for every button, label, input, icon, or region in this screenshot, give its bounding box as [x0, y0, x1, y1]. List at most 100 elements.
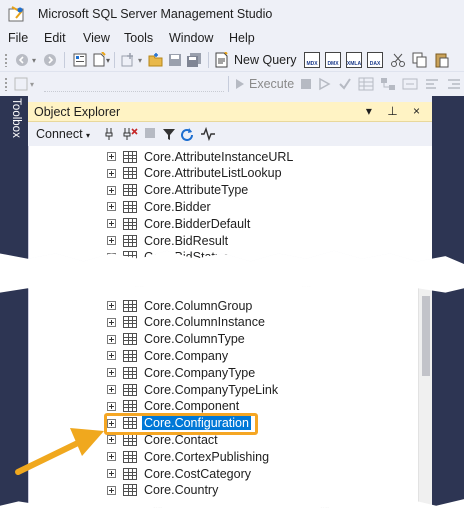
new-item-icon[interactable]: [92, 52, 106, 68]
back-dropdown-icon[interactable]: ▾: [32, 52, 36, 68]
expand-plus-icon[interactable]: [107, 317, 116, 327]
tree-item[interactable]: Core.BidderDefault: [107, 215, 252, 232]
object-explorer-header: Object Explorer ▾ ⊥ ×: [28, 102, 432, 122]
add-item-dropdown-icon[interactable]: ▾: [138, 52, 142, 68]
expand-plus-icon[interactable]: [107, 301, 116, 310]
expand-plus-icon[interactable]: [107, 452, 116, 462]
database-dropdown-icon[interactable]: ▾: [30, 76, 34, 92]
plan-icon[interactable]: [380, 76, 396, 92]
menu-window[interactable]: Window: [169, 31, 213, 45]
tree-item-label: Core.BidResult: [144, 233, 229, 248]
intellisense-icon[interactable]: [402, 76, 418, 92]
tree-item-label: Core.CostCategory: [144, 466, 251, 481]
new-item-dropdown-icon[interactable]: ▾: [106, 52, 110, 68]
expand-plus-icon[interactable]: [107, 168, 116, 178]
tree-item[interactable]: Core.BidResult: [107, 232, 230, 249]
expand-plus-icon[interactable]: [107, 351, 116, 361]
toolbox-tab[interactable]: Toolbox: [6, 98, 22, 140]
filter-icon[interactable]: [162, 127, 176, 144]
stop-icon[interactable]: [300, 76, 312, 92]
menu-file[interactable]: File: [8, 31, 28, 45]
window-position-icon[interactable]: ▾ ⊥ ×: [366, 104, 426, 118]
connect-button[interactable]: Connect ▾: [36, 127, 90, 141]
ssms-app-icon: [8, 6, 24, 22]
dax-query-button[interactable]: DAX: [367, 52, 383, 68]
solution-explorer-icon[interactable]: [72, 52, 90, 68]
tree-item[interactable]: Core.CortexPublishing: [107, 448, 271, 465]
add-item-icon[interactable]: [120, 52, 136, 68]
expand-plus-icon[interactable]: [107, 485, 116, 495]
copy-icon[interactable]: [412, 52, 428, 68]
save-icon[interactable]: [168, 52, 182, 68]
expand-plus-icon[interactable]: [107, 236, 116, 245]
filter-stop-icon[interactable]: [144, 127, 156, 142]
tree-item[interactable]: Core.BidStatus: [107, 249, 230, 264]
available-databases-icon[interactable]: [14, 76, 28, 92]
disconnect-icon[interactable]: [122, 127, 138, 144]
expand-plus-icon[interactable]: [107, 152, 116, 161]
mdx-query-button[interactable]: MDX: [304, 52, 320, 68]
table-icon: [123, 484, 137, 497]
menu-edit[interactable]: Edit: [44, 31, 66, 45]
tree-item-label: Core.ColumnGroup: [144, 298, 253, 313]
database-selector[interactable]: [44, 76, 224, 92]
tree-item[interactable]: Core.AttributeInstanceURL: [107, 148, 295, 165]
new-query-label: New Query: [234, 53, 297, 67]
open-folder-icon[interactable]: [148, 52, 164, 68]
tree-item[interactable]: Core.ColumnInstance: [107, 314, 267, 331]
debug-icon[interactable]: [318, 76, 332, 92]
tree-item-label: Core.CompanyTypeLink: [144, 382, 279, 397]
expand-plus-icon[interactable]: [107, 252, 116, 262]
dax-query-icon: DAX: [367, 52, 383, 68]
tree-item[interactable]: Core.ColumnGroup: [107, 297, 254, 314]
expand-plus-icon[interactable]: [107, 385, 116, 394]
expand-plus-icon[interactable]: [107, 368, 116, 378]
vertical-scrollbar[interactable]: [418, 286, 432, 508]
tree-item[interactable]: Core.Country: [107, 482, 220, 499]
menu-help[interactable]: Help: [229, 31, 255, 45]
expand-plus-icon[interactable]: [107, 401, 116, 411]
table-icon: [123, 217, 137, 230]
standard-toolbar: ▾ ▾ ▾ New Query MDX DMX XMLA DAX: [0, 48, 464, 72]
toolbar-grip[interactable]: [4, 53, 8, 67]
expand-plus-icon[interactable]: [107, 202, 116, 212]
object-explorer-tree-bottom: Core.ColumnGroup Core.ColumnInstance Core.…: [28, 286, 432, 508]
tree-item[interactable]: Core.AttributeType: [107, 182, 250, 199]
tree-item[interactable]: Core.CostCategory: [107, 465, 253, 482]
dmx-query-button[interactable]: DMX: [325, 52, 341, 68]
tree-item[interactable]: Core.Company: [107, 347, 230, 364]
execute-button[interactable]: Execute: [234, 76, 294, 92]
tree-item[interactable]: Core.AttributeListLookup: [107, 165, 284, 182]
expand-plus-icon[interactable]: [107, 334, 116, 344]
tree-item[interactable]: Core.CompanyType: [107, 364, 257, 381]
expand-plus-icon[interactable]: [107, 185, 116, 195]
new-query-button[interactable]: New Query: [214, 52, 297, 68]
indent-icon[interactable]: [446, 76, 462, 92]
expand-plus-icon[interactable]: [107, 435, 116, 445]
toolbar-grip[interactable]: [4, 77, 8, 91]
forward-icon[interactable]: [42, 52, 58, 68]
tree-item[interactable]: Core.Bidder: [107, 198, 213, 215]
menu-tools[interactable]: Tools: [124, 31, 153, 45]
tree-item-label: Core.Country: [144, 483, 219, 498]
paste-icon[interactable]: [434, 52, 450, 68]
scrollbar-thumb[interactable]: [422, 296, 430, 376]
back-icon[interactable]: [14, 52, 30, 68]
expand-plus-icon[interactable]: [107, 469, 116, 478]
results-icon[interactable]: [358, 76, 374, 92]
tree-item-label: Core.AttributeType: [144, 183, 249, 198]
connect-label: Connect: [36, 127, 83, 141]
tree-item[interactable]: Core.CompanyTypeLink: [107, 381, 280, 398]
save-all-icon[interactable]: [186, 52, 202, 68]
parse-check-icon[interactable]: [338, 76, 352, 92]
tree-item[interactable]: Core.ColumnType: [107, 331, 247, 348]
table-icon: [123, 234, 137, 247]
refresh-icon[interactable]: [180, 127, 194, 144]
expand-plus-icon[interactable]: [107, 219, 116, 229]
comment-icon[interactable]: [424, 76, 440, 92]
activity-monitor-icon[interactable]: [200, 126, 216, 144]
connect-object-explorer-icon[interactable]: [104, 127, 118, 144]
menu-view[interactable]: View: [83, 31, 110, 45]
cut-icon[interactable]: [390, 52, 406, 68]
xmla-query-button[interactable]: XMLA: [346, 52, 362, 68]
